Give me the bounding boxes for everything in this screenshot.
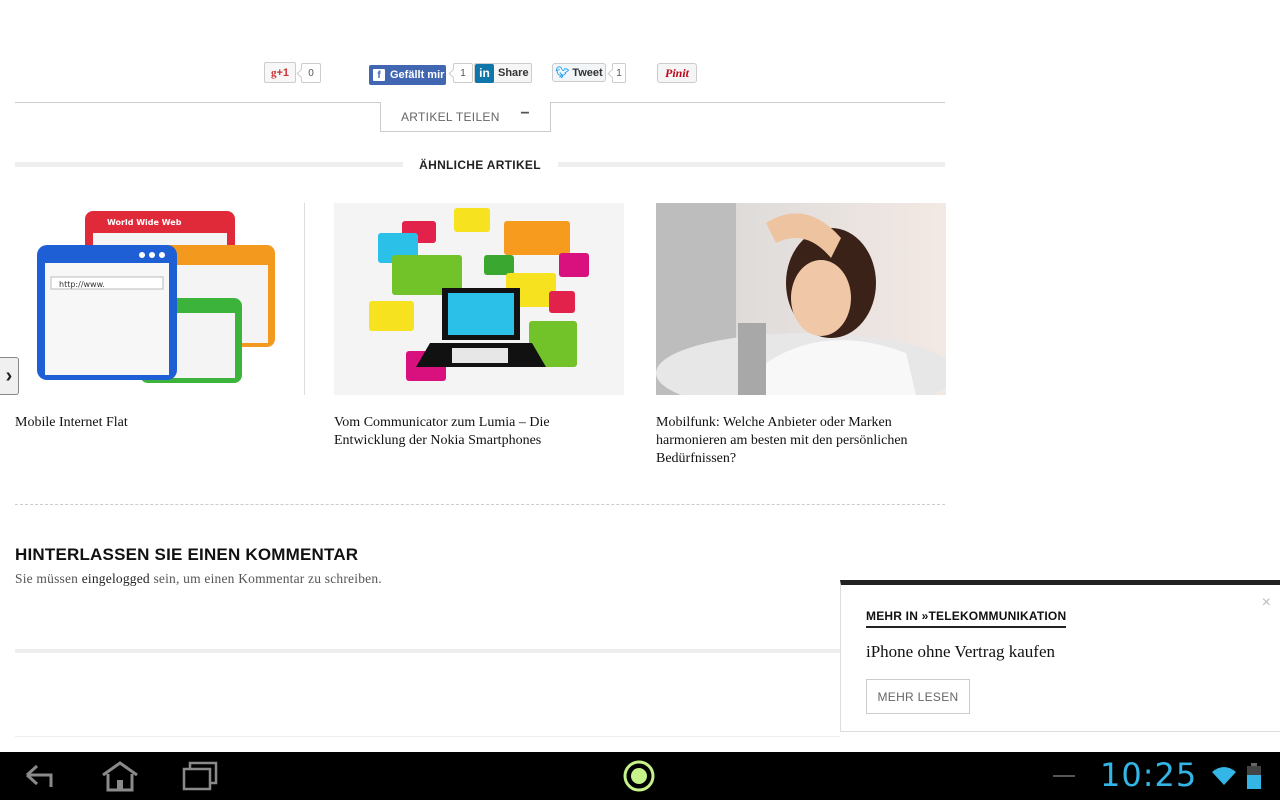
woman-with-laptop-photo: [656, 203, 946, 395]
share-toggle-tab[interactable]: ARTIKEL TEILEN −: [380, 102, 551, 132]
tweet-button[interactable]: 🐦︎ Tweet: [552, 63, 606, 82]
read-more-button[interactable]: MEHR LESEN: [866, 679, 970, 714]
app-shortcut-circle-icon[interactable]: [621, 758, 657, 794]
facebook-like-button[interactable]: f Gefällt mir: [369, 65, 446, 85]
facebook-icon: f: [373, 69, 385, 81]
home-icon[interactable]: [100, 758, 140, 794]
window-url-text: http://www.: [59, 280, 105, 289]
login-required-note: Sie müssen eingelogged sein, um einen Ko…: [15, 571, 382, 586]
carousel-next-button[interactable]: ›: [0, 357, 19, 395]
close-icon[interactable]: ×: [1262, 594, 1271, 612]
similar-article-title[interactable]: Mobilfunk: Welche Anbieter oder Marken h…: [656, 414, 946, 468]
system-navigation-bar: 10:25: [0, 752, 1280, 800]
similar-article-card[interactable]: Vom Communicator zum Lumia – Die Entwick…: [334, 203, 624, 450]
section-divider: [15, 504, 945, 505]
browser-windows-illustration: World Wide Web http://www.: [15, 203, 304, 395]
linkedin-share-button[interactable]: in Share: [474, 63, 532, 83]
wifi-icon: [1210, 758, 1238, 794]
article-thumbnail-speech-bubbles[interactable]: [334, 203, 624, 395]
google-plus-count: 0: [301, 63, 321, 83]
twitter-bird-icon: 🐦︎: [555, 67, 570, 79]
back-icon[interactable]: [22, 758, 58, 794]
window-title-text: World Wide Web: [107, 218, 182, 227]
article-thumbnail-woman-laptop[interactable]: [656, 203, 946, 395]
footer-divider: [15, 736, 840, 737]
tweet-count: 1: [612, 63, 626, 83]
popup-category-label[interactable]: MEHR IN »TELEKOMMUNIKATION: [866, 609, 1067, 628]
google-plus-button[interactable]: g +1: [264, 62, 296, 83]
pinterest-pin-button[interactable]: Pinit: [657, 63, 697, 83]
comment-section-title: HINTERLASSEN SIE EINEN KOMMENTAR: [15, 545, 359, 564]
popup-article-title[interactable]: iPhone ohne Vertrag kaufen: [866, 642, 1055, 662]
comment-divider: [15, 649, 845, 653]
similar-articles-header: ÄHNLICHE ARTIKEL: [15, 158, 945, 174]
similar-article-card[interactable]: Mobilfunk: Welche Anbieter oder Marken h…: [656, 203, 946, 468]
similar-article-card[interactable]: World Wide Web http://www. Mobile Intern…: [15, 203, 305, 432]
similar-article-title[interactable]: Vom Communicator zum Lumia – Die Entwick…: [334, 414, 624, 450]
article-thumbnail-browser-windows[interactable]: World Wide Web http://www.: [15, 203, 305, 395]
linkedin-icon: in: [475, 63, 494, 83]
share-toggle-label: ARTIKEL TEILEN: [401, 109, 500, 124]
chevron-right-icon: ›: [5, 364, 13, 387]
notification-dash-icon: [1052, 758, 1076, 794]
facebook-like-count: 1: [453, 63, 473, 83]
share-bar: g +1 0 f Gefällt mir 1 in Share 🐦︎ Tweet …: [0, 62, 945, 86]
laptop-speech-bubbles-illustration: [334, 203, 624, 395]
similar-article-title[interactable]: Mobile Internet Flat: [15, 414, 305, 432]
login-link[interactable]: eingelogged: [82, 571, 150, 586]
similar-articles-title: ÄHNLICHE ARTIKEL: [419, 158, 541, 172]
recent-apps-icon[interactable]: [182, 758, 218, 794]
status-clock[interactable]: 10:25: [1100, 756, 1197, 794]
collapse-icon[interactable]: −: [520, 105, 530, 123]
more-in-category-popup: × MEHR IN »TELEKOMMUNIKATION iPhone ohne…: [840, 580, 1280, 732]
battery-icon: [1244, 758, 1264, 794]
